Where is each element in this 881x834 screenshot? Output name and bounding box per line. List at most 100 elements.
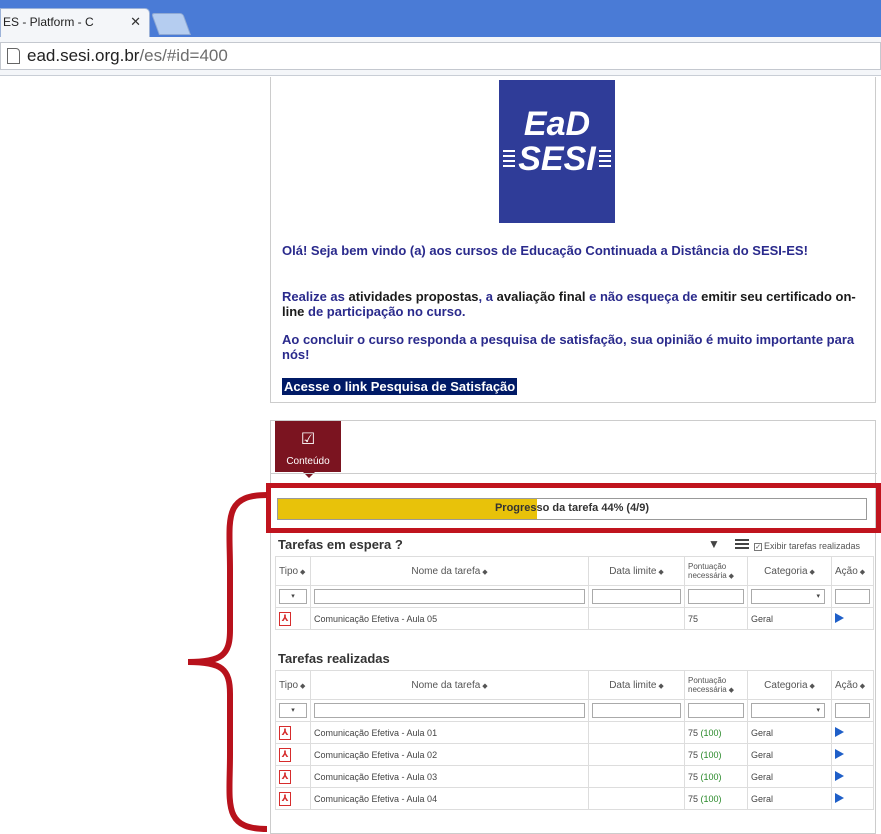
col-deadline[interactable]: Data limite	[588, 556, 685, 586]
filter-category-cell: ▾	[747, 585, 832, 608]
col-score-label-1: Pontuação	[688, 675, 727, 685]
filter-row: ▾ ▾	[275, 699, 874, 722]
score-achieved: (100)	[700, 749, 722, 760]
type-filter-select[interactable]: ▾	[279, 589, 307, 604]
filter-row: ▾ ▾	[275, 585, 874, 608]
col-action[interactable]: Ação	[831, 556, 874, 586]
page-icon	[7, 48, 20, 64]
play-icon[interactable]	[835, 726, 844, 737]
col-category[interactable]: Categoria	[747, 670, 832, 700]
score-cell: 75 (100)	[684, 743, 748, 766]
col-score-label-1: Pontuação	[688, 561, 727, 571]
deadline-cell	[588, 721, 685, 744]
action-cell	[831, 607, 874, 630]
curly-brace-annotation	[187, 492, 268, 832]
filter-category-cell: ▾	[747, 699, 832, 722]
deadline-filter-input[interactable]	[592, 589, 681, 604]
col-action[interactable]: Ação	[831, 670, 874, 700]
task-name[interactable]: Comunicação Efetiva - Aula 01	[310, 721, 589, 744]
instr-2: atividades propostas	[348, 289, 479, 304]
filter-icon[interactable]: ▼	[708, 537, 720, 551]
menu-icon[interactable]	[735, 539, 749, 551]
pdf-icon: ⅄	[279, 747, 291, 762]
clipboard-check-icon: ☑	[300, 431, 316, 448]
done-table: Tipo Nome da tarefa Data limite Pontuaçã…	[275, 670, 874, 810]
welcome-greeting: Olá! Seja bem vindo (a) aos cursos de Ed…	[282, 243, 808, 258]
col-score[interactable]: Pontuação necessária	[684, 556, 748, 586]
category-filter-select[interactable]: ▾	[751, 703, 825, 718]
table-row[interactable]: ⅄ Comunicação Efetiva - Aula 03 75 (100)…	[275, 765, 874, 788]
action-cell	[831, 765, 874, 788]
task-name[interactable]: Comunicação Efetiva - Aula 02	[310, 743, 589, 766]
table-row[interactable]: ⅄ Comunicação Efetiva - Aula 04 75 (100)…	[275, 787, 874, 810]
col-type[interactable]: Tipo	[275, 556, 311, 586]
address-bar[interactable]: ead.sesi.org.br/es/#id=400	[0, 42, 881, 70]
task-name[interactable]: Comunicação Efetiva - Aula 05	[310, 607, 589, 630]
instr-1: Realize as	[282, 289, 349, 304]
url-domain: ead.sesi.org.br	[27, 46, 140, 65]
type-cell: ⅄	[275, 721, 311, 744]
table-header: Tipo Nome da tarefa Data limite Pontuaçã…	[275, 556, 874, 586]
tab-content[interactable]: ☑ Conteúdo	[275, 421, 341, 478]
name-filter-input[interactable]	[314, 589, 585, 604]
table-header: Tipo Nome da tarefa Data limite Pontuaçã…	[275, 670, 874, 700]
browser-tab[interactable]: ES - Platform - C ✕	[0, 8, 150, 37]
deadline-cell	[588, 765, 685, 788]
col-score[interactable]: Pontuação necessária	[684, 670, 748, 700]
score-achieved: (100)	[700, 793, 722, 804]
task-name[interactable]: Comunicação Efetiva - Aula 04	[310, 787, 589, 810]
type-filter-select[interactable]: ▾	[279, 703, 307, 718]
action-cell	[831, 743, 874, 766]
logo-line2: SESI	[518, 140, 596, 178]
table-row[interactable]: ⅄ Comunicação Efetiva - Aula 02 75 (100)…	[275, 743, 874, 766]
col-type[interactable]: Tipo	[275, 670, 311, 700]
score-value: 75	[688, 793, 699, 804]
table-row[interactable]: ⅄ Comunicação Efetiva - Aula 01 75 (100)…	[275, 721, 874, 744]
type-cell: ⅄	[275, 743, 311, 766]
filter-action-cell	[831, 585, 874, 608]
tab-divider	[271, 473, 877, 474]
action-filter-input[interactable]	[835, 703, 870, 718]
table-row[interactable]: ⅄ Comunicação Efetiva - Aula 05 75 Geral	[275, 607, 874, 630]
col-deadline[interactable]: Data limite	[588, 670, 685, 700]
type-cell: ⅄	[275, 607, 311, 630]
logo-bars-right	[599, 150, 611, 170]
category-cell: Geral	[747, 765, 832, 788]
col-name[interactable]: Nome da tarefa	[310, 556, 589, 586]
score-value: 75	[688, 749, 699, 760]
col-category[interactable]: Categoria	[747, 556, 832, 586]
survey-text: Ao concluir o curso responda a pesquisa …	[282, 332, 855, 362]
deadline-filter-input[interactable]	[592, 703, 681, 718]
name-filter-input[interactable]	[314, 703, 585, 718]
survey-link[interactable]: Acesse o link Pesquisa de Satisfação	[282, 378, 518, 395]
task-name[interactable]: Comunicação Efetiva - Aula 03	[310, 765, 589, 788]
filter-name-cell	[310, 699, 589, 722]
play-icon[interactable]	[835, 792, 844, 803]
browser-tab-title: ES - Platform - C	[3, 15, 94, 29]
category-filter-select[interactable]: ▾	[751, 589, 825, 604]
score-achieved: (100)	[700, 727, 722, 738]
new-tab-button[interactable]	[150, 13, 192, 35]
play-icon[interactable]	[835, 612, 844, 623]
category-cell: Geral	[747, 607, 832, 630]
play-icon[interactable]	[835, 748, 844, 759]
col-type-label: Tipo	[279, 565, 299, 577]
score-filter-input[interactable]	[688, 703, 744, 718]
show-done-label: Exibir tarefas realizadas	[764, 541, 861, 551]
welcome-instructions: Realize as atividades propostas, a avali…	[282, 289, 862, 319]
pdf-icon: ⅄	[279, 611, 291, 626]
score-value: 75	[688, 727, 699, 738]
col-action-label: Ação	[835, 679, 858, 691]
score-filter-input[interactable]	[688, 589, 744, 604]
show-done-toggle[interactable]: ✓ Exibir tarefas realizadas	[754, 541, 860, 551]
action-cell	[831, 721, 874, 744]
action-filter-input[interactable]	[835, 589, 870, 604]
col-deadline-label: Data limite	[609, 565, 657, 577]
category-cell: Geral	[747, 787, 832, 810]
checkbox-icon[interactable]: ✓	[754, 542, 762, 551]
pdf-icon: ⅄	[279, 791, 291, 806]
tab-close-icon[interactable]: ✕	[130, 14, 141, 30]
instr-3: , a	[478, 289, 497, 304]
play-icon[interactable]	[835, 770, 844, 781]
col-name[interactable]: Nome da tarefa	[310, 670, 589, 700]
